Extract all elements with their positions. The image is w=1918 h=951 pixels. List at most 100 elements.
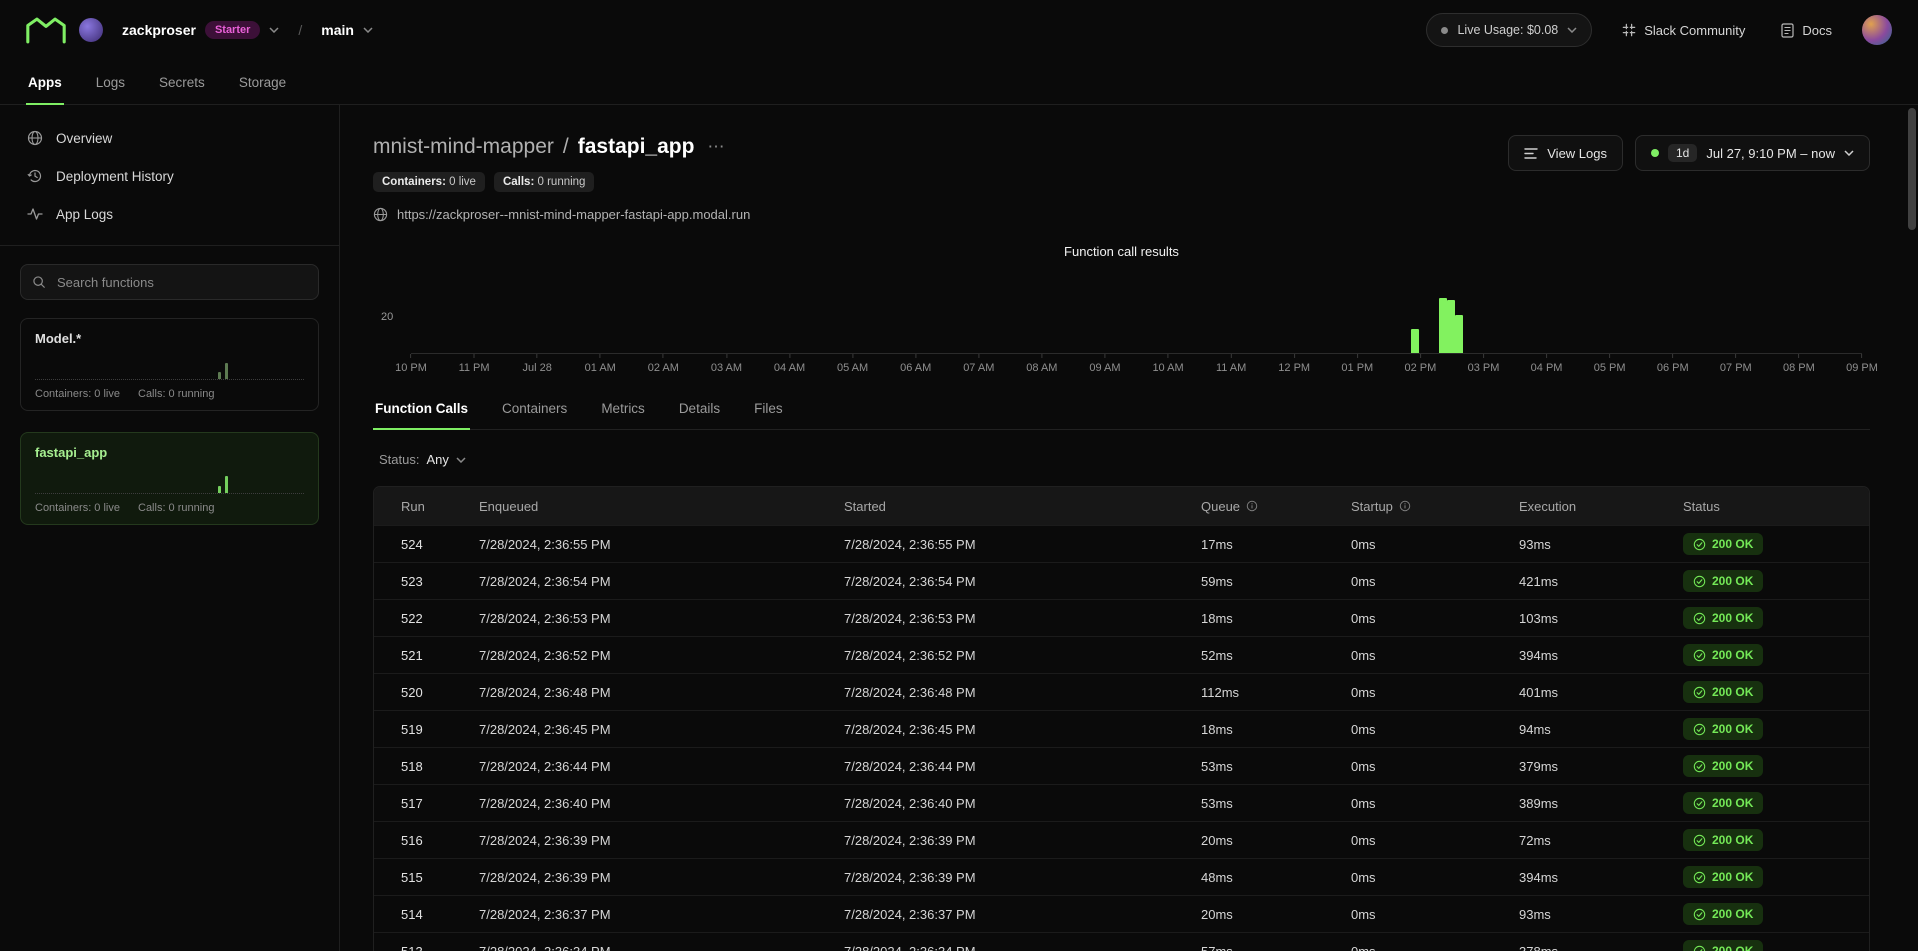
calls-badge: Calls: 0 running <box>494 172 595 192</box>
sparkline-bar <box>225 363 228 379</box>
queue-cell: 59ms <box>1201 574 1351 589</box>
tab-files[interactable]: Files <box>752 401 785 429</box>
sidebar-item-app-logs[interactable]: App Logs <box>0 195 339 233</box>
execution-cell: 379ms <box>1519 759 1683 774</box>
x-tick: 03 PM <box>1468 354 1500 374</box>
time-range-picker[interactable]: 1d Jul 27, 9:10 PM – now <box>1635 135 1870 171</box>
table-row[interactable]: 519 7/28/2024, 2:36:45 PM 7/28/2024, 2:3… <box>374 710 1869 747</box>
tab-containers[interactable]: Containers <box>500 401 569 429</box>
function-calls-table: Run Enqueued Started Queue Startup Execu… <box>373 486 1870 951</box>
modal-logo-icon[interactable] <box>26 16 66 44</box>
more-options-button[interactable]: ⋯ <box>703 137 729 157</box>
started-cell: 7/28/2024, 2:36:48 PM <box>844 685 1201 700</box>
chart-bar[interactable] <box>1411 329 1419 353</box>
x-tick: 01 PM <box>1341 354 1373 374</box>
startup-cell: 0ms <box>1351 611 1519 626</box>
status-filter[interactable]: Status: Any <box>373 451 472 468</box>
table-row[interactable]: 522 7/28/2024, 2:36:53 PM 7/28/2024, 2:3… <box>374 599 1869 636</box>
scrollbar-thumb[interactable] <box>1908 108 1916 230</box>
chart-bar[interactable] <box>1455 315 1463 353</box>
chart-bar[interactable] <box>1439 298 1447 353</box>
info-icon[interactable] <box>1246 500 1258 512</box>
live-usage-button[interactable]: Live Usage: $0.08 <box>1426 13 1592 47</box>
workspace-avatar[interactable] <box>79 18 103 42</box>
table-row[interactable]: 521 7/28/2024, 2:36:52 PM 7/28/2024, 2:3… <box>374 636 1869 673</box>
table-row[interactable]: 518 7/28/2024, 2:36:44 PM 7/28/2024, 2:3… <box>374 747 1869 784</box>
sidebar-item-overview[interactable]: Overview <box>0 119 339 157</box>
table-row[interactable]: 515 7/28/2024, 2:36:39 PM 7/28/2024, 2:3… <box>374 858 1869 895</box>
view-logs-button[interactable]: View Logs <box>1508 135 1623 171</box>
tab-function-calls[interactable]: Function Calls <box>373 401 470 429</box>
history-icon <box>27 168 43 184</box>
startup-cell: 0ms <box>1351 944 1519 951</box>
col-queue: Queue <box>1201 499 1351 514</box>
status-badge: 200 OK <box>1683 533 1763 555</box>
table-row[interactable]: 513 7/28/2024, 2:36:34 PM 7/28/2024, 2:3… <box>374 932 1869 951</box>
nav-tab-logs[interactable]: Logs <box>94 60 127 104</box>
sidebar-divider <box>0 245 339 246</box>
table-body: 524 7/28/2024, 2:36:55 PM 7/28/2024, 2:3… <box>374 525 1869 951</box>
tab-metrics[interactable]: Metrics <box>599 401 647 429</box>
app-url[interactable]: https://zackproser--mnist-mind-mapper-fa… <box>397 207 750 222</box>
table-row[interactable]: 514 7/28/2024, 2:36:37 PM 7/28/2024, 2:3… <box>374 895 1869 932</box>
enqueued-cell: 7/28/2024, 2:36:52 PM <box>479 648 844 663</box>
queue-cell: 53ms <box>1201 796 1351 811</box>
function-containers: Containers: 0 live <box>35 502 120 514</box>
plan-badge: Starter <box>205 21 260 39</box>
table-row[interactable]: 517 7/28/2024, 2:36:40 PM 7/28/2024, 2:3… <box>374 784 1869 821</box>
table-row[interactable]: 520 7/28/2024, 2:36:48 PM 7/28/2024, 2:3… <box>374 673 1869 710</box>
chevron-down-icon <box>1844 150 1854 156</box>
check-circle-icon <box>1693 871 1706 884</box>
document-icon <box>1781 23 1794 38</box>
table-row[interactable]: 523 7/28/2024, 2:36:54 PM 7/28/2024, 2:3… <box>374 562 1869 599</box>
x-tick: 09 PM <box>1846 354 1878 374</box>
table-row[interactable]: 524 7/28/2024, 2:36:55 PM 7/28/2024, 2:3… <box>374 525 1869 562</box>
workspace-switcher[interactable]: zackproser Starter <box>116 20 285 40</box>
table-row[interactable]: 516 7/28/2024, 2:36:39 PM 7/28/2024, 2:3… <box>374 821 1869 858</box>
function-call-results-chart: Function call results 20 10 PM11 PMJul 2… <box>373 244 1870 377</box>
x-tick: 10 AM <box>1152 354 1183 374</box>
function-card-fastapi-app[interactable]: fastapi_app Containers: 0 live Calls: 0 … <box>20 432 319 525</box>
topbar: zackproser Starter / main Live Usage: $0… <box>0 0 1918 60</box>
sidebar-item-deployment-history[interactable]: Deployment History <box>0 157 339 195</box>
function-name: Model.* <box>35 331 304 346</box>
user-avatar[interactable] <box>1862 15 1892 45</box>
execution-cell: 394ms <box>1519 870 1683 885</box>
slack-community-link[interactable]: Slack Community <box>1616 22 1751 39</box>
info-icon[interactable] <box>1399 500 1411 512</box>
table-header: Run Enqueued Started Queue Startup Execu… <box>374 487 1869 525</box>
started-cell: 7/28/2024, 2:36:53 PM <box>844 611 1201 626</box>
x-tick: 06 AM <box>900 354 931 374</box>
x-tick: 01 AM <box>585 354 616 374</box>
startup-cell: 0ms <box>1351 537 1519 552</box>
nav-tab-storage[interactable]: Storage <box>237 60 288 104</box>
nav-tab-secrets[interactable]: Secrets <box>157 60 207 104</box>
search-functions-input[interactable] <box>55 274 307 291</box>
function-card-model[interactable]: Model.* Containers: 0 live Calls: 0 runn… <box>20 318 319 411</box>
startup-cell: 0ms <box>1351 759 1519 774</box>
environment-switcher[interactable]: main <box>315 21 379 39</box>
started-cell: 7/28/2024, 2:36:39 PM <box>844 833 1201 848</box>
col-status: Status <box>1683 499 1869 514</box>
startup-cell: 0ms <box>1351 796 1519 811</box>
function-sparkline <box>35 466 304 494</box>
docs-link[interactable]: Docs <box>1775 22 1838 39</box>
logs-icon <box>1524 147 1538 160</box>
detail-tabs: Function Calls Containers Metrics Details Fi… <box>373 401 1870 430</box>
check-circle-icon <box>1693 723 1706 736</box>
enqueued-cell: 7/28/2024, 2:36:44 PM <box>479 759 844 774</box>
started-cell: 7/28/2024, 2:36:52 PM <box>844 648 1201 663</box>
x-tick: 04 PM <box>1531 354 1563 374</box>
check-circle-icon <box>1693 908 1706 921</box>
sparkline-bar <box>225 476 228 493</box>
time-range-label: Jul 27, 9:10 PM – now <box>1706 146 1835 161</box>
globe-icon <box>27 130 43 146</box>
slack-icon <box>1622 23 1636 37</box>
tab-details[interactable]: Details <box>677 401 722 429</box>
enqueued-cell: 7/28/2024, 2:36:53 PM <box>479 611 844 626</box>
queue-cell: 18ms <box>1201 722 1351 737</box>
nav-tab-apps[interactable]: Apps <box>26 60 64 104</box>
execution-cell: 421ms <box>1519 574 1683 589</box>
started-cell: 7/28/2024, 2:36:34 PM <box>844 944 1201 951</box>
col-startup: Startup <box>1351 499 1519 514</box>
